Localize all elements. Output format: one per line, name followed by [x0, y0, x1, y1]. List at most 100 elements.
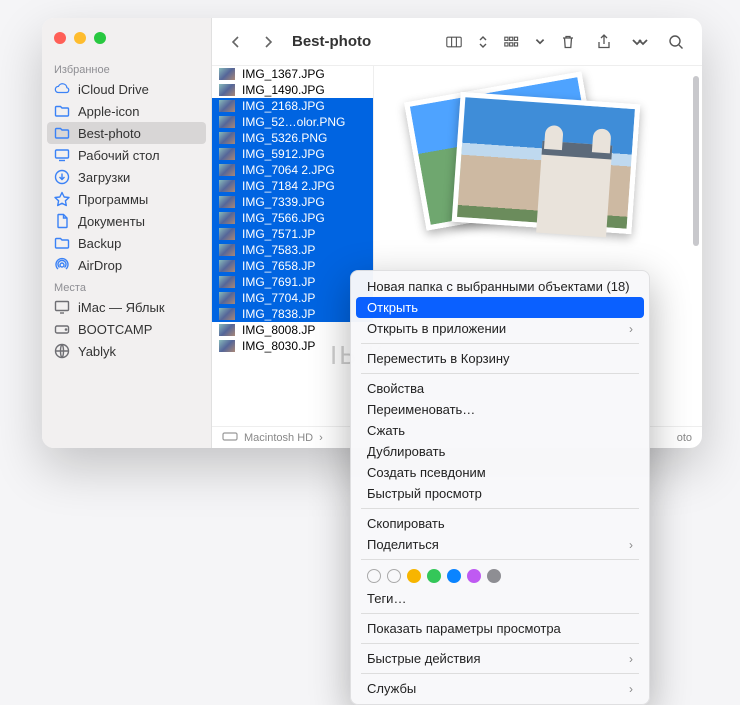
sidebar-item-label: BOOTCAMP	[78, 322, 152, 337]
sidebar-item-label: Загрузки	[78, 170, 130, 185]
disk-icon	[222, 428, 238, 447]
folder-icon	[54, 125, 70, 141]
file-row[interactable]: IMG_7339.JPG	[212, 194, 373, 210]
file-name: IMG_7838.JP	[242, 307, 315, 321]
folder-icon	[54, 235, 70, 251]
image-thumbnail-icon	[218, 275, 236, 289]
menu-services[interactable]: Службы›	[351, 678, 649, 699]
file-row[interactable]: IMG_8030.JP	[212, 338, 373, 354]
tag-color-dot[interactable]	[487, 569, 501, 583]
file-name: IMG_1367.JPG	[242, 67, 325, 81]
sidebar-item[interactable]: iCloud Drive	[42, 78, 211, 100]
file-name: IMG_5326.PNG	[242, 131, 327, 145]
image-thumbnail-icon	[218, 227, 236, 241]
file-row[interactable]: IMG_1367.JPG	[212, 66, 373, 82]
tag-color-dot[interactable]	[407, 569, 421, 583]
close-window-button[interactable]	[54, 32, 66, 44]
sidebar-item-label: AirDrop	[78, 258, 122, 273]
menu-alias[interactable]: Создать псевдоним	[351, 462, 649, 483]
file-row[interactable]: IMG_52…olor.PNG	[212, 114, 373, 130]
sidebar-item[interactable]: Best-photo	[47, 122, 206, 144]
image-thumbnail-icon	[218, 339, 236, 353]
file-row[interactable]: IMG_7704.JP	[212, 290, 373, 306]
sidebar-item[interactable]: iMac — Яблык	[42, 296, 211, 318]
file-row[interactable]: IMG_7583.JP	[212, 242, 373, 258]
group-button[interactable]	[498, 30, 526, 54]
menu-rename[interactable]: Переименовать…	[351, 399, 649, 420]
tag-color-dot[interactable]	[387, 569, 401, 583]
share-button[interactable]	[590, 30, 618, 54]
menu-quick-actions[interactable]: Быстрые действия›	[351, 648, 649, 669]
menu-open-with[interactable]: Открыть в приложении›	[351, 318, 649, 339]
file-row[interactable]: IMG_7571.JP	[212, 226, 373, 242]
search-button[interactable]	[662, 30, 690, 54]
menu-share[interactable]: Поделиться›	[351, 534, 649, 555]
tag-color-dot[interactable]	[467, 569, 481, 583]
back-button[interactable]	[224, 30, 248, 54]
file-name: IMG_5912.JPG	[242, 147, 325, 161]
sidebar-item-label: Best-photo	[78, 126, 141, 141]
sidebar-item[interactable]: Backup	[42, 232, 211, 254]
scrollbar[interactable]	[688, 66, 702, 426]
file-row[interactable]: IMG_1490.JPG	[212, 82, 373, 98]
file-row[interactable]: IMG_7691.JP	[212, 274, 373, 290]
minimize-window-button[interactable]	[74, 32, 86, 44]
image-thumbnail-icon	[218, 211, 236, 225]
tag-color-dot[interactable]	[427, 569, 441, 583]
path-tail: oto	[677, 432, 692, 444]
file-row[interactable]: IMG_8008.JP	[212, 322, 373, 338]
image-thumbnail-icon	[218, 147, 236, 161]
doc-icon	[54, 213, 70, 229]
image-thumbnail-icon	[218, 131, 236, 145]
menu-tags-row[interactable]	[351, 564, 649, 588]
sidebar-item[interactable]: Документы	[42, 210, 211, 232]
image-thumbnail-icon	[218, 163, 236, 177]
file-row[interactable]: IMG_7064 2.JPG	[212, 162, 373, 178]
file-row[interactable]: IMG_7184 2.JPG	[212, 178, 373, 194]
file-row[interactable]: IMG_7566.JPG	[212, 210, 373, 226]
menu-info[interactable]: Свойства	[351, 378, 649, 399]
view-columns-button[interactable]	[440, 30, 468, 54]
sidebar-item[interactable]: Apple-icon	[42, 100, 211, 122]
menu-duplicate[interactable]: Дублировать	[351, 441, 649, 462]
menu-tags[interactable]: Теги…	[351, 588, 649, 609]
menu-open[interactable]: Открыть	[356, 297, 644, 318]
desktop-icon	[54, 147, 70, 163]
overflow-button[interactable]	[626, 30, 654, 54]
sidebar-item[interactable]: Рабочий стол	[42, 144, 211, 166]
sidebar-item-label: Программы	[78, 192, 148, 207]
display-icon	[54, 299, 70, 315]
menu-quicklook[interactable]: Быстрый просмотр	[351, 483, 649, 504]
image-thumbnail-icon	[218, 115, 236, 129]
sidebar-item[interactable]: Загрузки	[42, 166, 211, 188]
menu-compress[interactable]: Сжать	[351, 420, 649, 441]
sidebar: Избранное iCloud DriveApple-iconBest-pho…	[42, 18, 212, 448]
file-row[interactable]: IMG_7838.JP	[212, 306, 373, 322]
zoom-window-button[interactable]	[94, 32, 106, 44]
sidebar-item[interactable]: Yablyk	[42, 340, 211, 362]
file-name: IMG_7571.JP	[242, 227, 315, 241]
view-menu-chevron-icon[interactable]	[476, 30, 490, 54]
sidebar-item[interactable]: AirDrop	[42, 254, 211, 276]
sidebar-item[interactable]: Программы	[42, 188, 211, 210]
preview-stack	[416, 80, 646, 260]
chevron-right-icon: ›	[629, 538, 633, 552]
menu-new-folder[interactable]: Новая папка с выбранными объектами (18)	[351, 276, 649, 297]
group-menu-chevron-icon[interactable]	[534, 30, 546, 54]
trash-button[interactable]	[554, 30, 582, 54]
file-row[interactable]: IMG_7658.JP	[212, 258, 373, 274]
forward-button[interactable]	[256, 30, 280, 54]
apps-icon	[54, 191, 70, 207]
menu-trash[interactable]: Переместить в Корзину	[351, 348, 649, 369]
sidebar-item[interactable]: BOOTCAMP	[42, 318, 211, 340]
file-row[interactable]: IMG_2168.JPG	[212, 98, 373, 114]
menu-view-options[interactable]: Показать параметры просмотра	[351, 618, 649, 639]
tag-color-dot[interactable]	[367, 569, 381, 583]
file-row[interactable]: IMG_5326.PNG	[212, 130, 373, 146]
file-name: IMG_7184 2.JPG	[242, 179, 335, 193]
disk-icon	[54, 321, 70, 337]
menu-copy[interactable]: Скопировать	[351, 513, 649, 534]
window-title: Best-photo	[292, 33, 371, 50]
file-row[interactable]: IMG_5912.JPG	[212, 146, 373, 162]
tag-color-dot[interactable]	[447, 569, 461, 583]
